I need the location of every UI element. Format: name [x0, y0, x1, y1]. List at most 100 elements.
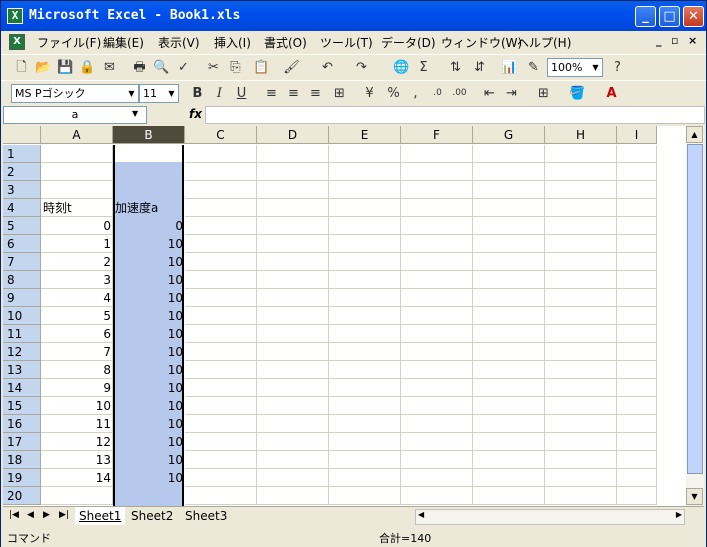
scroll-down-button[interactable]: ▼: [686, 488, 703, 505]
row-header-13[interactable]: 13: [3, 361, 41, 379]
cell-i12[interactable]: [617, 343, 657, 361]
cell-c10[interactable]: [185, 307, 257, 325]
menu-data[interactable]: データ(D): [381, 34, 436, 51]
permission-icon[interactable]: 🔒: [79, 59, 96, 76]
minimize-button[interactable]: _: [635, 6, 656, 27]
cell-f7[interactable]: [401, 253, 473, 271]
close-button[interactable]: ✕: [683, 6, 704, 27]
menu-insert[interactable]: 挿入(I): [214, 34, 251, 51]
column-header-g[interactable]: G: [473, 126, 545, 144]
email-icon[interactable]: ✉: [101, 59, 118, 76]
row-header-9[interactable]: 9: [3, 289, 41, 307]
cell-e6[interactable]: [329, 235, 401, 253]
cell-d5[interactable]: [257, 217, 329, 235]
cell-i5[interactable]: [617, 217, 657, 235]
cell-e20[interactable]: [329, 487, 401, 505]
menu-format[interactable]: 書式(O): [264, 34, 307, 51]
cell-f8[interactable]: [401, 271, 473, 289]
row-header-19[interactable]: 19: [3, 469, 41, 487]
row-header-7[interactable]: 7: [3, 253, 41, 271]
row-header-2[interactable]: 2: [3, 163, 41, 181]
cell-d15[interactable]: [257, 397, 329, 415]
cell-f15[interactable]: [401, 397, 473, 415]
cell-f4[interactable]: [401, 199, 473, 217]
cell-c5[interactable]: [185, 217, 257, 235]
cell-g2[interactable]: [473, 163, 545, 181]
hyperlink-icon[interactable]: 🌐: [393, 59, 410, 76]
cell-a2[interactable]: [41, 163, 113, 181]
row-header-12[interactable]: 12: [3, 343, 41, 361]
cell-a3[interactable]: [41, 181, 113, 199]
row-header-14[interactable]: 14: [3, 379, 41, 397]
select-all-corner[interactable]: [3, 126, 41, 144]
cell-h7[interactable]: [545, 253, 617, 271]
sort-descending-icon[interactable]: ⇵: [471, 59, 488, 76]
cell-d13[interactable]: [257, 361, 329, 379]
cell-f5[interactable]: [401, 217, 473, 235]
cell-f10[interactable]: [401, 307, 473, 325]
cell-c18[interactable]: [185, 451, 257, 469]
cell-f19[interactable]: [401, 469, 473, 487]
cell-c4[interactable]: [185, 199, 257, 217]
cell-e17[interactable]: [329, 433, 401, 451]
menu-edit[interactable]: 編集(E): [103, 34, 144, 51]
cell-d17[interactable]: [257, 433, 329, 451]
cell-e10[interactable]: [329, 307, 401, 325]
cell-c11[interactable]: [185, 325, 257, 343]
cell-c2[interactable]: [185, 163, 257, 181]
autosum-icon[interactable]: Σ: [415, 59, 432, 76]
column-header-d[interactable]: D: [257, 126, 329, 144]
copy-icon[interactable]: ⎘: [227, 59, 244, 76]
font-select[interactable]: MS Pゴシック ▼: [11, 84, 139, 103]
row-header-3[interactable]: 3: [3, 181, 41, 199]
font-color-icon[interactable]: A: [603, 85, 620, 102]
cell-i8[interactable]: [617, 271, 657, 289]
cell-g16[interactable]: [473, 415, 545, 433]
formula-input[interactable]: [205, 106, 705, 124]
zoom-select[interactable]: 100% ▼: [547, 58, 603, 77]
cell-e9[interactable]: [329, 289, 401, 307]
decrease-decimal-icon[interactable]: .00: [451, 85, 468, 102]
cell-f9[interactable]: [401, 289, 473, 307]
first-sheet-button[interactable]: |◀: [9, 510, 19, 520]
cell-e8[interactable]: [329, 271, 401, 289]
cell-g6[interactable]: [473, 235, 545, 253]
cell-g9[interactable]: [473, 289, 545, 307]
italic-button[interactable]: I: [211, 85, 228, 102]
row-header-17[interactable]: 17: [3, 433, 41, 451]
worksheet-grid[interactable]: ABCDEFGHI 1 2 3 4 5 6 7 8 9 10 11 12 13 14 15 16 17 18 19 2…: [3, 126, 686, 506]
column-header-c[interactable]: C: [185, 126, 257, 144]
cell-f2[interactable]: [401, 163, 473, 181]
cell-i17[interactable]: [617, 433, 657, 451]
cell-h12[interactable]: [545, 343, 617, 361]
cell-h4[interactable]: [545, 199, 617, 217]
cell-e5[interactable]: [329, 217, 401, 235]
paste-icon[interactable]: 📋: [253, 59, 270, 76]
column-header-a[interactable]: A: [41, 126, 113, 144]
sheet-tab-1[interactable]: Sheet1: [75, 507, 126, 525]
row-header-1[interactable]: 1: [3, 145, 41, 163]
borders-icon[interactable]: ⊞: [535, 85, 552, 102]
cell-f12[interactable]: [401, 343, 473, 361]
row-header-16[interactable]: 16: [3, 415, 41, 433]
cell-d19[interactable]: [257, 469, 329, 487]
cell-h19[interactable]: [545, 469, 617, 487]
cell-g13[interactable]: [473, 361, 545, 379]
cell-i14[interactable]: [617, 379, 657, 397]
cell-i19[interactable]: [617, 469, 657, 487]
cell-h17[interactable]: [545, 433, 617, 451]
cell-i18[interactable]: [617, 451, 657, 469]
name-box[interactable]: a: [3, 106, 147, 124]
row-header-11[interactable]: 11: [3, 325, 41, 343]
cell-g5[interactable]: [473, 217, 545, 235]
cell-d10[interactable]: [257, 307, 329, 325]
cell-i10[interactable]: [617, 307, 657, 325]
cell-c16[interactable]: [185, 415, 257, 433]
cell-a1[interactable]: [41, 145, 113, 163]
row-header-20[interactable]: 20: [3, 487, 41, 505]
cell-c14[interactable]: [185, 379, 257, 397]
cell-g19[interactable]: [473, 469, 545, 487]
cell-c19[interactable]: [185, 469, 257, 487]
cell-h1[interactable]: [545, 145, 617, 163]
cell-h14[interactable]: [545, 379, 617, 397]
